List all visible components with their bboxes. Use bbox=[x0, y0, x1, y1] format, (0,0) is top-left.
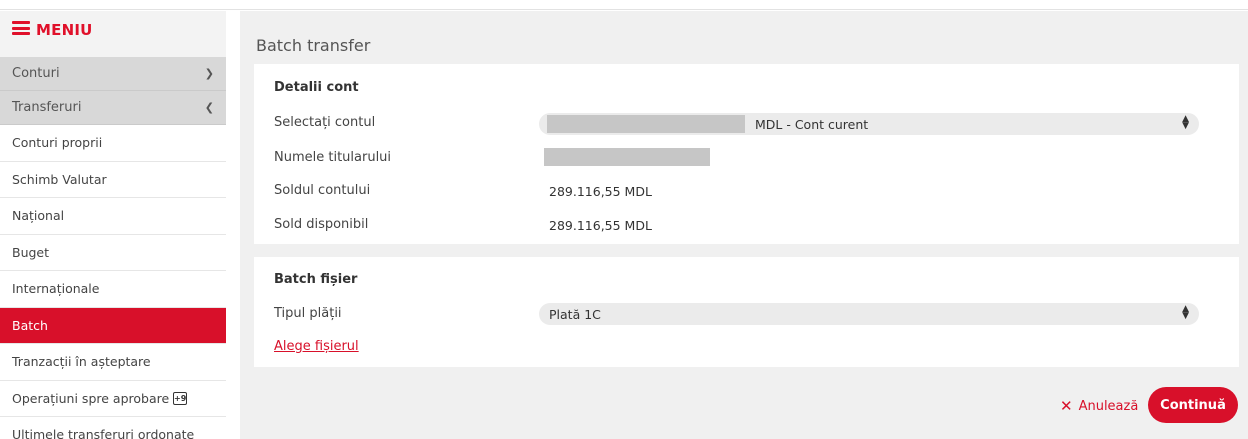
sidebar-item-label: Operațiuni spre aprobare bbox=[12, 390, 170, 406]
top-bar bbox=[0, 0, 1248, 10]
sidebar-item-batch[interactable]: Batch bbox=[0, 307, 226, 344]
sidebar-group-conturi[interactable]: Conturi ❯ bbox=[0, 57, 226, 91]
section-title: Detalii cont bbox=[274, 80, 359, 95]
payment-type-value: Plată 1C bbox=[549, 306, 601, 322]
sidebar-item-ultimele-transferuri[interactable]: Ultimele transferuri ordonate bbox=[0, 417, 226, 439]
sidebar-group-transferuri[interactable]: Transferuri ❮ bbox=[0, 91, 226, 125]
chevron-down-icon: ❯ bbox=[204, 67, 214, 80]
sidebar-item-label: Tranzacții în așteptare bbox=[12, 354, 151, 370]
payment-type-select[interactable]: Plată 1C ▲ ▼ bbox=[539, 303, 1199, 325]
sidebar-item-buget[interactable]: Buget bbox=[0, 234, 226, 271]
holder-name-label: Numele titularului bbox=[274, 150, 392, 165]
sort-arrows-icon: ▲ ▼ bbox=[1182, 114, 1189, 131]
sort-arrows-icon: ▲ ▼ bbox=[1182, 304, 1189, 321]
main-content: Batch transfer Detalii cont Selectați co… bbox=[240, 11, 1248, 439]
account-details-card: Detalii cont Selectați contul MDL - Cont… bbox=[254, 64, 1239, 244]
hamburger-icon bbox=[12, 21, 30, 35]
cancel-button[interactable]: ✕ Anulează bbox=[1060, 397, 1138, 415]
sidebar-item-label: Ultimele transferuri ordonate bbox=[12, 427, 195, 439]
cancel-label: Anulează bbox=[1078, 398, 1139, 414]
masked-holder-name bbox=[544, 148, 710, 166]
pending-count-icon: +9 bbox=[173, 391, 188, 405]
sidebar-item-label: Național bbox=[12, 208, 65, 224]
menu-label: MENIU bbox=[36, 21, 93, 39]
masked-account-number bbox=[547, 115, 745, 133]
sidebar-item-internationale[interactable]: Internaționale bbox=[0, 271, 226, 308]
available-balance-label: Sold disponibil bbox=[274, 217, 369, 232]
balance-value: 289.116,55 MDL bbox=[549, 184, 652, 199]
sidebar-item-schimb-valutar[interactable]: Schimb Valutar bbox=[0, 161, 226, 198]
sidebar-group-label: Conturi bbox=[12, 66, 60, 81]
sidebar-item-label: Internaționale bbox=[12, 281, 100, 297]
sidebar-item-label: Conturi proprii bbox=[12, 135, 103, 151]
section-title: Batch fișier bbox=[274, 272, 358, 287]
sidebar-item-conturi-proprii[interactable]: Conturi proprii bbox=[0, 125, 226, 162]
batch-file-card: Batch fișier Tipul plății Plată 1C ▲ ▼ Al… bbox=[254, 257, 1239, 367]
payment-type-label: Tipul plății bbox=[274, 306, 342, 321]
sidebar-item-national[interactable]: Național bbox=[0, 198, 226, 235]
sidebar-item-operatiuni-aprobare[interactable]: Operațiuni spre aprobare +9 bbox=[0, 380, 226, 417]
continue-button[interactable]: Continuă bbox=[1148, 387, 1238, 423]
continue-label: Continuă bbox=[1160, 397, 1226, 413]
sidebar-item-label: Batch bbox=[12, 317, 48, 333]
available-balance-value: 289.116,55 MDL bbox=[549, 218, 652, 233]
sidebar-item-label: Schimb Valutar bbox=[12, 171, 107, 187]
account-select-value: MDL - Cont curent bbox=[755, 116, 869, 132]
page-title: Batch transfer bbox=[256, 36, 371, 55]
menu-toggle[interactable]: MENIU bbox=[0, 11, 226, 57]
choose-file-link[interactable]: Alege fișierul bbox=[274, 339, 359, 354]
select-account-label: Selectați contul bbox=[274, 115, 376, 130]
sidebar: MENIU Conturi ❯ Transferuri ❮ Conturi pr… bbox=[0, 11, 226, 439]
sidebar-group-label: Transferuri bbox=[12, 100, 82, 115]
close-icon: ✕ bbox=[1060, 397, 1073, 415]
account-select[interactable]: MDL - Cont curent ▲ ▼ bbox=[539, 113, 1199, 135]
balance-label: Soldul contului bbox=[274, 183, 371, 198]
sidebar-item-tranzactii-asteptare[interactable]: Tranzacții în așteptare bbox=[0, 344, 226, 381]
chevron-up-icon: ❮ bbox=[204, 101, 214, 114]
sidebar-item-label: Buget bbox=[12, 244, 50, 260]
